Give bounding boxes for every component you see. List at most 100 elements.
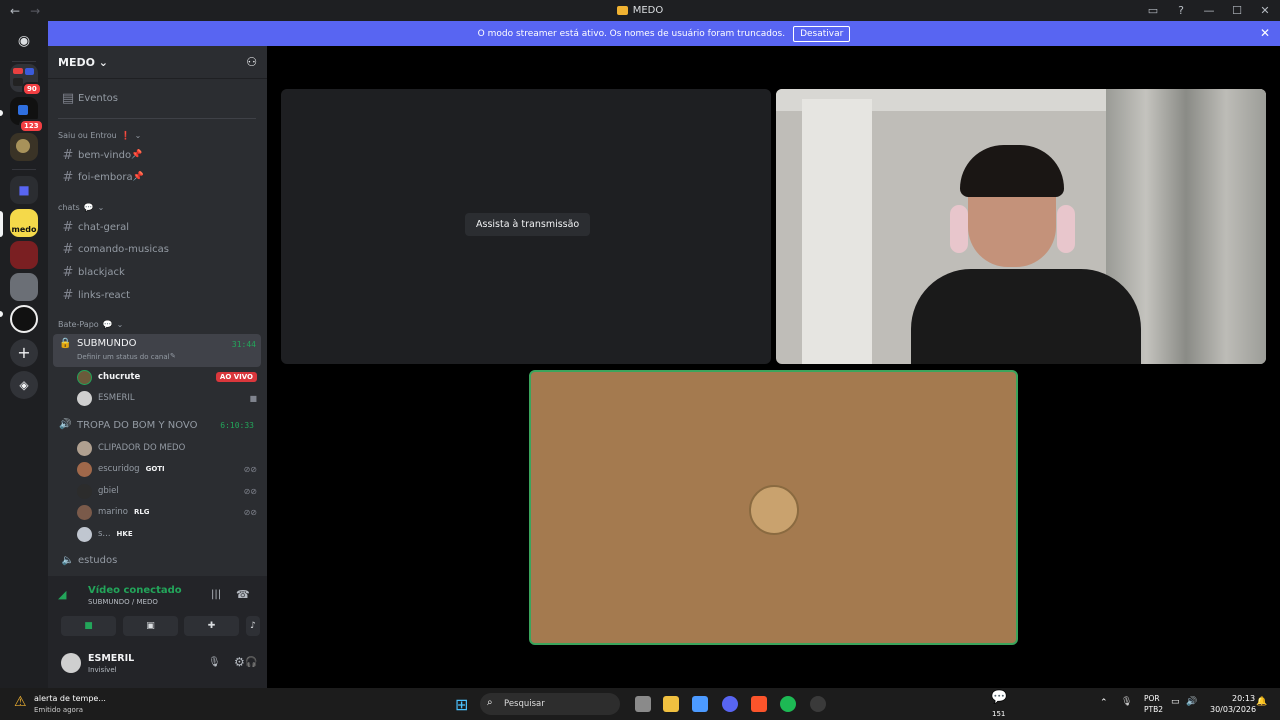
speaking-user-tile[interactable] [529,370,1018,645]
file-explorer-icon[interactable] [663,696,679,712]
mic-tray-icon[interactable]: 🎙 [1121,697,1132,707]
discord-taskbar-icon[interactable] [722,696,738,712]
language-label[interactable]: POR [1144,694,1160,703]
server-icon-red[interactable] [10,241,38,269]
voice-user[interactable]: marino RLG ⊘⊘ [77,503,257,521]
back-arrow-icon[interactable]: ← [10,4,20,18]
noise-suppression-icon[interactable]: ||| [211,589,221,600]
minimize-icon[interactable]: — [1202,4,1216,17]
person-shape [911,269,1141,364]
activities-button[interactable]: ✚ [184,616,239,636]
voice-user[interactable]: s... HKE [77,525,257,543]
user-tag: RLG [133,508,150,516]
add-server-icon[interactable]: + [10,339,38,367]
brave-icon[interactable] [751,696,767,712]
chevron-up-icon[interactable]: ⌃ [1100,698,1108,708]
user-name: chucrute [98,372,141,382]
microphone-icon[interactable]: 🎙 [208,657,221,668]
voice-user[interactable]: gbiel ⊘⊘ [77,482,257,500]
chat-count: 151 [992,710,1006,718]
voice-user[interactable]: chucrute AO VIVO [77,368,257,386]
voice-user[interactable]: escuridog GOTI ⊘⊘ [77,460,257,478]
voice-channel-submundo[interactable]: 🔒 SUBMUNDO Definir um status do canal ✎ … [53,334,261,367]
signal-icon: ◢ [58,588,67,601]
screen-share-button[interactable]: ▣ [123,616,178,636]
call-stage: Assista à transmissão [267,46,1280,688]
channel-comando-musicas[interactable]: # comando-musicas [56,239,261,259]
spotify-icon[interactable] [780,696,796,712]
disconnect-icon[interactable]: ☎ [236,588,250,601]
avatar[interactable] [61,653,81,673]
server-icon-grey[interactable] [10,273,38,301]
channel-chat-geral[interactable]: # chat-geral [56,217,261,237]
discord-home-icon[interactable]: ◉ [10,27,38,55]
disable-streamer-button[interactable]: Desativar [793,25,851,42]
close-window-icon[interactable]: ✕ [1258,4,1272,17]
settings-gear-icon[interactable]: ⚙ [234,655,245,669]
voice-channel-estudos[interactable]: 🔈 estudos [56,550,261,570]
headphones-icon[interactable]: 🎧 [245,657,257,668]
avatar [77,390,92,406]
close-icon[interactable]: ✕ [1260,26,1270,40]
user-tag: HKE [116,530,133,538]
server-icon [616,6,628,15]
search-label: Pesquisar [504,699,545,709]
server-icon-face[interactable] [10,305,38,333]
events-item[interactable]: ▤ Eventos [56,88,261,108]
voice-channel-tropa[interactable]: 🔊 TROPA DO BOM Y NOVO 6:10:33 [56,416,261,436]
hash-icon: # [62,147,74,163]
channel-foi-embora[interactable]: # foi-embora 📌 [56,167,261,187]
windows-start-icon[interactable]: ⊞ [455,695,468,714]
call-timer: 31:44 [231,340,256,349]
category-saiu[interactable]: Saiu ou Entrou ❗ ⌄ [58,131,141,140]
store-icon[interactable] [692,696,708,712]
forward-arrow-icon[interactable]: → [30,4,40,18]
inbox-icon[interactable]: ▭ [1146,4,1160,17]
clock-time[interactable]: 20:13 [1232,694,1255,703]
voice-user[interactable]: CLIPADOR DO MEDO [77,439,257,457]
channel-status[interactable]: Definir um status do canal [77,353,170,361]
channel-bem-vindo[interactable]: # bem-vindo 📌 [56,145,261,165]
explore-icon[interactable]: ◈ [10,371,38,399]
notification-title[interactable]: alerta de tempe... [34,694,106,703]
chat-bubble-icon[interactable]: 💬 [991,690,1007,705]
category-chats[interactable]: chats 💬 ⌄ [58,203,104,212]
layout-label[interactable]: PTB2 [1144,705,1163,714]
channel-links-react[interactable]: # links-react [56,285,261,305]
avatar [77,526,92,542]
soundboard-button[interactable]: ♪ [246,616,260,636]
watch-stream-button[interactable]: Assista à transmissão [465,213,591,236]
voice-status[interactable]: Vídeo conectado [88,585,182,596]
voice-location[interactable]: SUBMUNDO / MEDO [88,598,158,606]
task-view-icon[interactable] [635,696,651,712]
network-icon[interactable]: ▭ [1171,697,1180,707]
clock-date[interactable]: 30/03/2026 [1210,705,1256,714]
pin-icon: 📌 [131,150,143,160]
maximize-icon[interactable]: ☐ [1230,4,1244,17]
chevron-down-icon: ⌄ [97,203,105,212]
camera-tile[interactable] [776,89,1266,364]
muted-deafened-icon: ⊘⊘ [243,464,257,474]
server-header[interactable]: MEDO ⌄ ⚇ [48,46,267,79]
video-button[interactable]: ■ [61,616,116,636]
notifications-icon[interactable]: 🔔 [1256,697,1267,707]
channel-blackjack[interactable]: # blackjack [56,262,261,282]
user-name: ESMERIL [98,393,135,403]
server-icon-medo[interactable]: medo [10,209,38,237]
folder-icon[interactable]: ■ [10,176,38,204]
voice-user[interactable]: ESMERIL ■ [77,389,257,407]
invite-people-icon[interactable]: ⚇ [246,55,257,69]
edit-pencil-icon[interactable]: ✎ [170,352,176,360]
user-name[interactable]: ESMERIL [88,653,134,664]
search-box[interactable]: ⌕ Pesquisar [480,693,620,715]
hash-icon: # [62,219,74,235]
server-rail: ◉ 90 123 ■ medo + ◈ [0,21,48,688]
headphones-shape [1057,205,1075,253]
stream-tile[interactable]: Assista à transmissão [281,89,771,364]
category-bate-papo[interactable]: Bate-Papo 💬 ⌄ [58,320,123,329]
steam-icon[interactable] [810,696,826,712]
volume-icon[interactable]: 🔊 [1186,697,1197,707]
chevron-down-icon: ⌄ [116,320,124,329]
server-icon-tan[interactable] [10,133,38,161]
help-icon[interactable]: ? [1174,4,1188,17]
